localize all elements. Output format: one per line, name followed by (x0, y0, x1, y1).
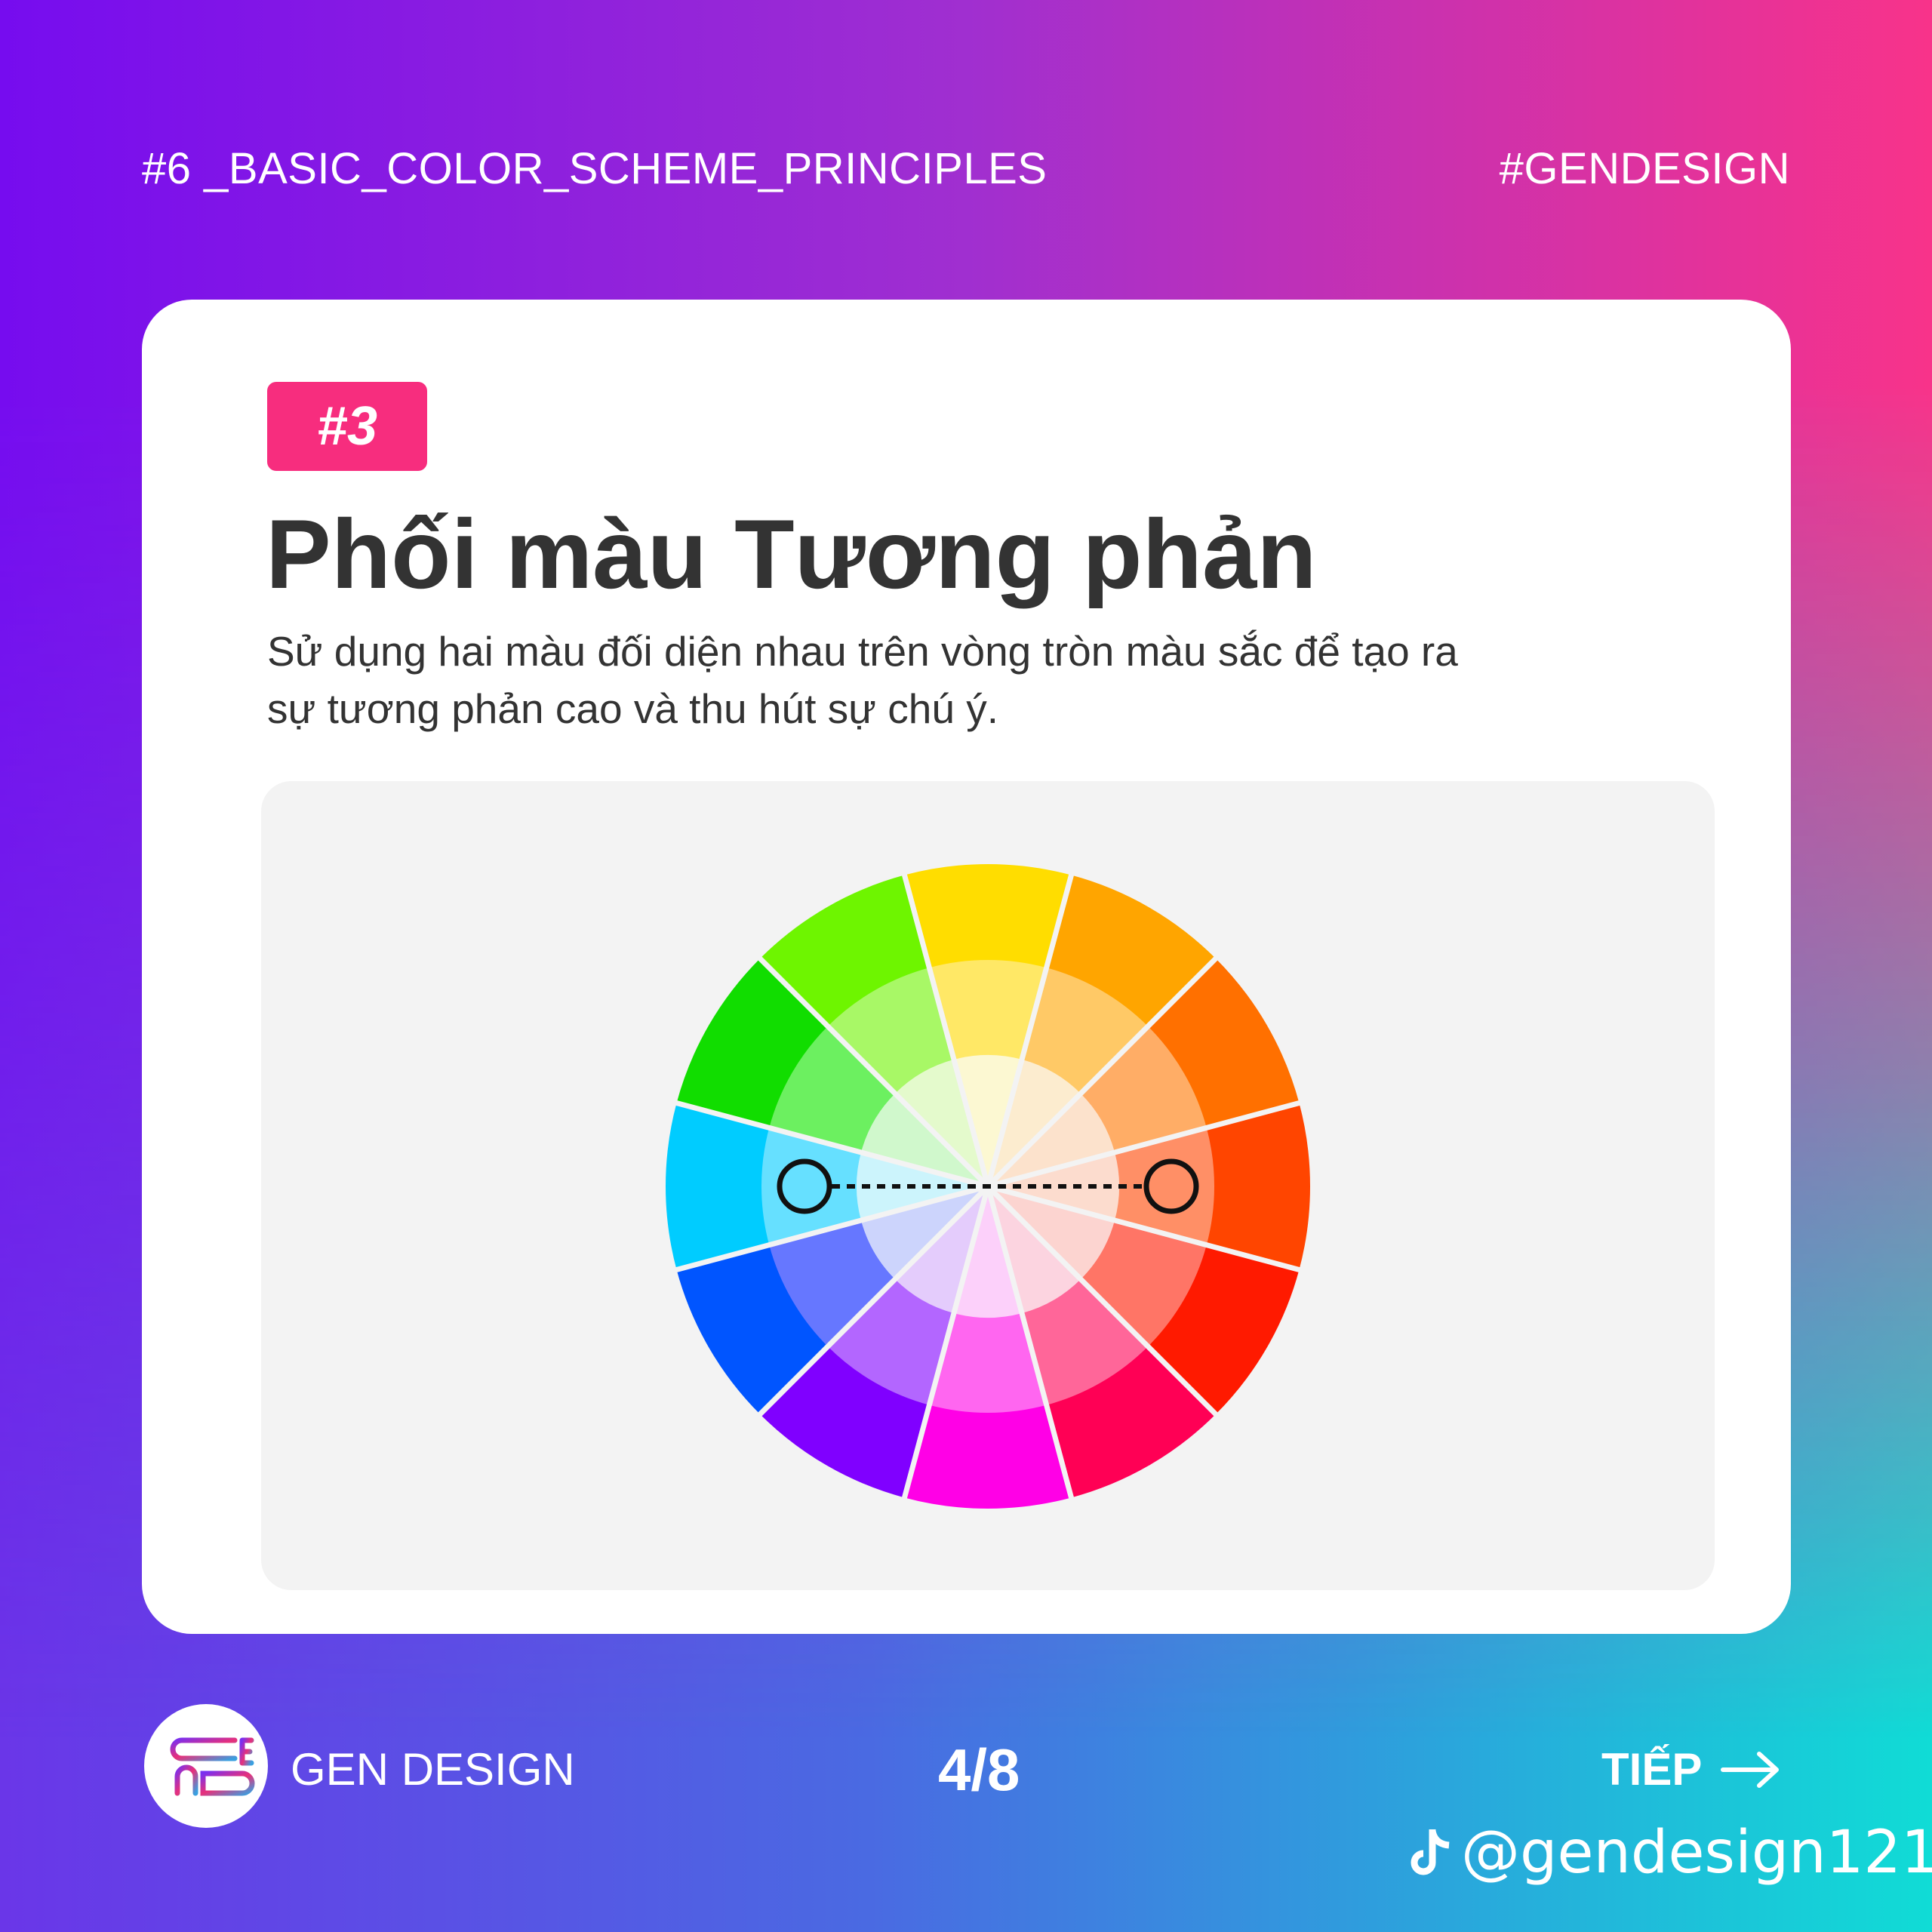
subtitle-line: sự tương phản cao và thu hút sự chú ý. (267, 685, 998, 732)
card-title: Phối màu Tương phản (266, 499, 1317, 609)
card-subtitle: Sử dụng hai màu đối diện nhau trên vòng … (267, 623, 1701, 737)
arrow-right-icon (1721, 1751, 1780, 1788)
handle-text: @gendesign1211 (1461, 1819, 1932, 1887)
color-wheel-panel (261, 781, 1715, 1590)
tiktok-handle: @gendesign1211 (1410, 1819, 1932, 1887)
next-button[interactable]: TIẾP (1601, 1743, 1780, 1795)
selected-color-marker (1143, 1158, 1199, 1214)
content-card: #3 Phối màu Tương phản Sử dụng hai màu đ… (142, 300, 1791, 1634)
page-indicator: 4/8 (938, 1737, 1020, 1803)
hashtag: #GENDESIGN (1499, 144, 1790, 193)
color-wheel (666, 864, 1310, 1509)
next-label: TIẾP (1601, 1744, 1703, 1795)
series-title: #6 _BASIC_COLOR_SCHEME_PRINCIPLES (142, 144, 1048, 193)
selected-color-marker (777, 1158, 832, 1214)
brand-name: GEN DESIGN (291, 1744, 575, 1795)
brand-logo (144, 1704, 268, 1828)
subtitle-line: Sử dụng hai màu đối diện nhau trên vòng … (267, 628, 1458, 675)
tiktok-icon (1411, 1829, 1450, 1875)
step-badge: #3 (267, 382, 427, 471)
